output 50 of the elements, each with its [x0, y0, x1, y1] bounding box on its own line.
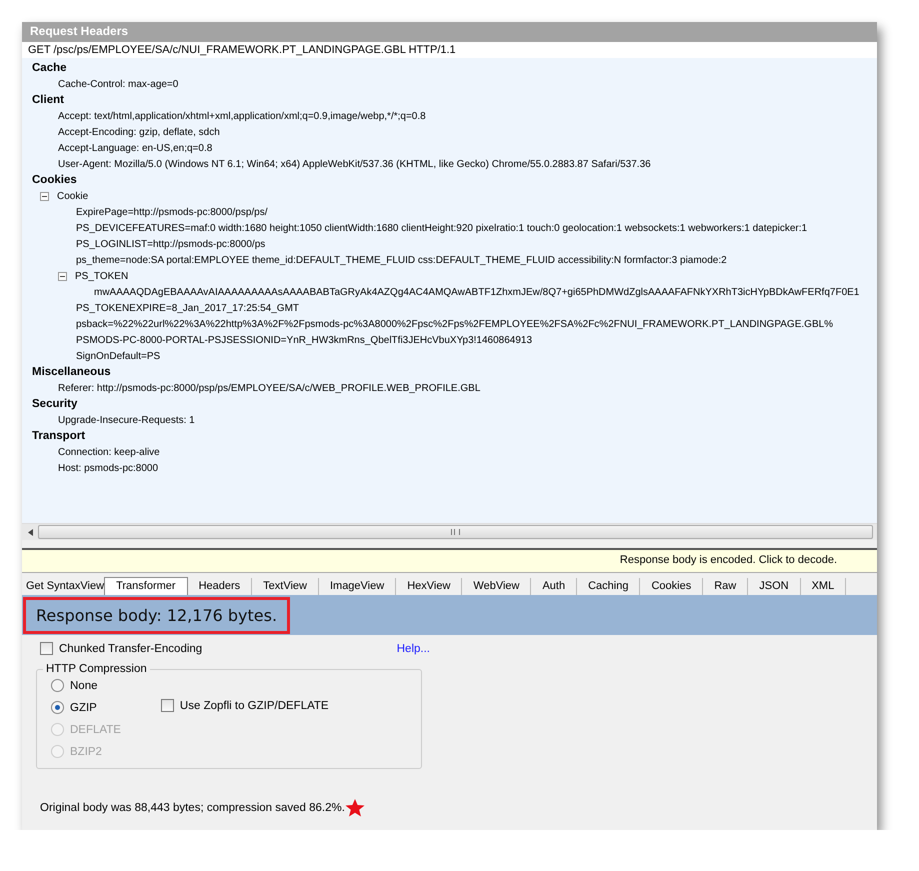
help-link[interactable]: Help... — [396, 642, 430, 654]
pane-splitter[interactable] — [22, 540, 877, 550]
panel-title: Request Headers — [22, 22, 877, 42]
horizontal-scrollbar[interactable] — [22, 523, 877, 540]
compression-summary: Original body was 88,443 bytes; compression saved 86.2%. — [40, 802, 345, 814]
header-value: Referer: http://psmods-pc:8000/psp/ps/EMPLOYEE/SA/c/WEB_PROFILE.WEB_PROFILE.GBL — [58, 382, 480, 394]
collapse-icon[interactable] — [58, 272, 67, 280]
header-value: User-Agent: Mozilla/5.0 (Windows NT 6.1; Win64; x64) AppleWebKit/537.36 (KHTML, like Gecko) Chrome/55.0.2883.87 Safari/537.36 — [58, 158, 651, 170]
header-value: PSMODS-PC-8000-PORTAL-PSJSESSIONID=YnR_HW3kmRns_QbelTfi3JEHcVbuXYp3!1460864913 — [76, 334, 532, 346]
response-body-size: Response body: 12,176 bytes. — [23, 596, 290, 634]
group-heading: Cookies — [32, 173, 78, 188]
scroll-left-icon[interactable] — [28, 528, 32, 536]
header-value: ExpirePage=http://psmods-pc:8000/psp/ps/ — [76, 206, 268, 218]
header-value: Upgrade-Insecure-Requests: 1 — [58, 414, 195, 426]
header-value: ps_theme=node:SA portal:EMPLOYEE theme_id:DEFAULT_THEME_FLUID css:DEFAULT_THEME_FLUID accessibility:N formfactor:3 piamode:2 — [76, 254, 727, 266]
header-value: SignOnDefault=PS — [76, 350, 160, 362]
header-value: PS_DEVICEFEATURES=maf:0 width:1680 height:1050 clientWidth:1680 clientHeight:920 pixelratio:1 touch:0 geolocation:1 websockets:1 webworkers:1 datepicker:1 — [76, 222, 808, 234]
checkbox[interactable] — [40, 642, 53, 655]
checkbox-label: Use Zopfli to GZIP/DEFLATE — [180, 700, 329, 712]
header-value: PS_LOGINLIST=http://psmods-pc:8000/ps — [76, 238, 266, 250]
header-value: Cookie — [57, 190, 88, 202]
group-heading: Client — [32, 93, 65, 108]
group-heading: Transport — [32, 429, 86, 444]
radio-button[interactable] — [51, 679, 64, 692]
group-title: HTTP Compression — [45, 663, 148, 675]
header-value: Accept-Language: en-US,en;q=0.8 — [58, 142, 212, 154]
header-value: Connection: keep-alive — [58, 446, 160, 458]
header-value: mwAAAAQDAgEBAAAAvAIAAAAAAAAAsAAAABABTaGRyAk4AZQg4AC4AMQAwABTF1ZhxmJEw/8Q7+gi65PhDMWdZglsAAAAFAFNkYXRhT3icHYpBDkAwFERfq7F0E1 — [94, 286, 860, 298]
radio-label: BZIP2 — [70, 746, 102, 758]
radio-label: DEFLATE — [70, 724, 121, 736]
header-value: Cache-Control: max-age=0 — [58, 78, 178, 90]
header-value: Accept-Encoding: gzip, deflate, sdch — [58, 126, 220, 138]
group-heading: Miscellaneous — [32, 365, 112, 380]
header-value: PS_TOKENEXPIRE=8_Jan_2017_17:25:54_GMT — [76, 302, 300, 314]
group-heading: Security — [32, 397, 78, 412]
checkbox[interactable] — [160, 699, 174, 712]
star-icon — [344, 799, 365, 817]
header-value: Accept: text/html,application/xhtml+xml,application/xml;q=0.9,image/webp,*/*;q=0.8 — [58, 110, 426, 122]
checkbox-label: Chunked Transfer-Encoding — [59, 642, 202, 654]
header-value: PS_TOKEN — [75, 270, 128, 282]
decode-notice[interactable]: Response body is encoded. Click to decode. — [22, 550, 877, 573]
tab[interactable]: Transformer — [104, 577, 188, 595]
radio-label: GZIP — [70, 702, 97, 714]
group-heading: Cache — [32, 61, 68, 76]
radio-label: None — [70, 680, 98, 692]
header-value: psback=%22%22url%22%3A%22http%3A%2F%2Fpsmods-pc%3A8000%2Fpsc%2Fps%2FEMPLOYEE%2FSA%2Fc%2FNUI_FRAMEWORK.PT_LANDINGPAGE.GBL% — [76, 318, 834, 330]
scroll-thumb[interactable] — [38, 525, 873, 539]
collapse-icon[interactable] — [40, 192, 49, 200]
header-value: Host: psmods-pc:8000 — [58, 462, 158, 474]
radio-button[interactable] — [51, 701, 64, 714]
